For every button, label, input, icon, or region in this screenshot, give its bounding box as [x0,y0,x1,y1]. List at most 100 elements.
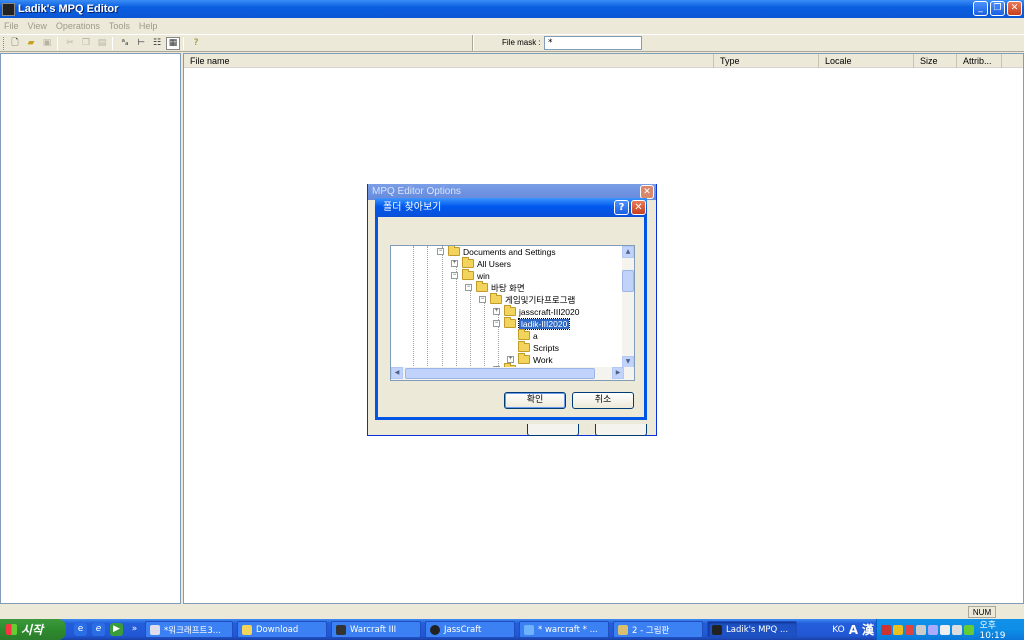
tree-item-label: jasscraft-III2020 [519,306,580,317]
toolbar-grip[interactable] [3,36,6,50]
ime-mode[interactable]: A [849,623,858,637]
menu-view[interactable]: View [28,21,47,31]
folder-icon [504,305,516,316]
expander[interactable]: − [493,320,500,327]
open-icon[interactable]: ▰ [24,37,38,50]
tree-item[interactable]: Scripts [507,341,559,353]
tray-icon[interactable] [892,624,903,635]
browse-dialog-title[interactable]: 폴더 찾아보기 ? ✕ [375,198,647,217]
tree-item[interactable]: + jasscraft-III2020 [493,305,580,317]
ime-hanja[interactable]: 漢 [862,621,874,638]
ime-language[interactable]: KO [832,625,845,635]
tree-view-icon[interactable]: ⊢ [134,37,148,50]
tree-guide-line [427,246,428,370]
taskbar: 시작 e e ▶ » *워크래프트3... Download Warcraft … [0,619,1024,640]
file-list-header: File name Type Locale Size Attrib... [184,54,1023,68]
column-attrib[interactable]: Attrib... [957,54,1002,68]
cancel-button[interactable]: 취소 [572,392,634,409]
column-size[interactable]: Size [914,54,957,68]
expander [507,344,514,351]
paste-icon[interactable]: ▤ [95,37,109,50]
options-ok-button[interactable] [527,424,579,436]
menu-operations[interactable]: Operations [56,21,100,31]
horizontal-scrollbar[interactable]: ◀ ▶ [391,367,634,380]
tree-item-label: 바탕 화면 [491,282,525,293]
taskbar-button[interactable]: JassCraft [425,621,515,638]
options-cancel-button[interactable] [595,424,647,436]
tree-item[interactable]: + All Users [451,257,511,269]
scroll-left-button[interactable]: ◀ [391,367,403,379]
network-icon[interactable] [928,624,939,635]
restore-button[interactable]: ❐ [990,1,1005,16]
taskbar-button[interactable]: *워크래프트3... [145,621,233,638]
folder-icon [504,317,516,328]
volume-icon[interactable] [951,624,962,635]
scroll-right-button[interactable]: ▶ [612,367,624,379]
expander[interactable]: − [437,248,444,255]
new-icon[interactable]: 🗋 [8,37,22,50]
folder-tree[interactable]: − Documents and Settings + All Users − w… [390,245,635,381]
start-label: 시작 [21,623,44,637]
column-file-name[interactable]: File name [184,54,714,68]
cut-icon[interactable]: ✂ [63,37,77,50]
expander[interactable]: − [451,272,458,279]
taskbar-button[interactable]: Download [237,621,327,638]
rename-icon[interactable]: ᵃₐ [118,37,132,50]
help-button[interactable]: ? [614,200,629,215]
ie-icon[interactable]: e [74,623,87,636]
folder-icon [518,329,530,340]
ok-button[interactable]: 확인 [504,392,566,409]
vertical-scrollbar[interactable]: ▲ ▼ [622,246,634,368]
menu-tools[interactable]: Tools [109,21,130,31]
tree-item[interactable]: − 게임및기타프로그램 [479,293,575,305]
menu-file[interactable]: File [4,21,19,31]
taskbar-button[interactable]: * warcraft * ... [519,621,609,638]
menu-help[interactable]: Help [139,21,158,31]
browser-icon[interactable]: e [92,623,105,636]
tree-item[interactable]: − win [451,269,490,281]
minimize-button[interactable]: _ [973,1,988,16]
expander[interactable]: + [507,356,514,363]
save-icon[interactable]: ▣ [40,37,54,50]
window-titlebar[interactable]: Ladik's MPQ Editor _ ❐ ✕ [0,0,1024,18]
tree-item[interactable]: − 바탕 화면 [465,281,525,293]
task-icon [150,624,160,635]
shield-icon[interactable] [904,624,915,635]
scroll-up-button[interactable]: ▲ [622,246,634,258]
tree-item-selected[interactable]: − ladik-III2020 [493,317,571,330]
tree-item[interactable]: a [507,329,538,341]
grid-view-icon[interactable]: ▦ [166,36,180,50]
tray-icon[interactable] [916,624,927,635]
dialog-close-button[interactable]: ✕ [631,200,646,215]
column-type[interactable]: Type [714,54,819,68]
taskbar-button-active[interactable]: Ladik's MPQ ... [707,621,797,638]
details-view-icon[interactable]: ☷ [150,37,164,50]
expander[interactable]: − [465,284,472,291]
language-bar[interactable]: KO A 漢 [832,621,874,638]
copy-icon[interactable]: ❐ [79,37,93,50]
clock[interactable]: 오후 10:19 [980,618,1024,640]
tray-icon[interactable] [963,624,974,635]
filemask-input[interactable]: * [544,36,642,50]
vertical-scroll-thumb[interactable] [622,270,634,292]
chevron-right-icon[interactable]: » [128,623,141,636]
tree-item[interactable]: − Documents and Settings [437,246,556,257]
start-button[interactable]: 시작 [0,619,66,640]
tree-item-label: Documents and Settings [463,246,556,257]
task-label: 2 - 그림판 [632,625,670,636]
expander[interactable]: + [493,308,500,315]
horizontal-scroll-thumb[interactable] [405,368,595,379]
media-icon[interactable]: ▶ [110,623,123,636]
taskbar-button[interactable]: Warcraft III [331,621,421,638]
options-close-button[interactable]: ✕ [640,185,654,199]
expander[interactable]: − [479,296,486,303]
tray-icon[interactable] [881,624,891,635]
folder-icon [462,269,474,280]
tray-icon[interactable] [940,624,950,635]
about-icon[interactable]: ? [189,37,203,50]
close-button[interactable]: ✕ [1007,1,1022,16]
taskbar-button[interactable]: 2 - 그림판 [613,621,703,638]
expander[interactable]: + [451,260,458,267]
column-locale[interactable]: Locale [819,54,914,68]
archive-tree-pane[interactable] [0,53,181,604]
